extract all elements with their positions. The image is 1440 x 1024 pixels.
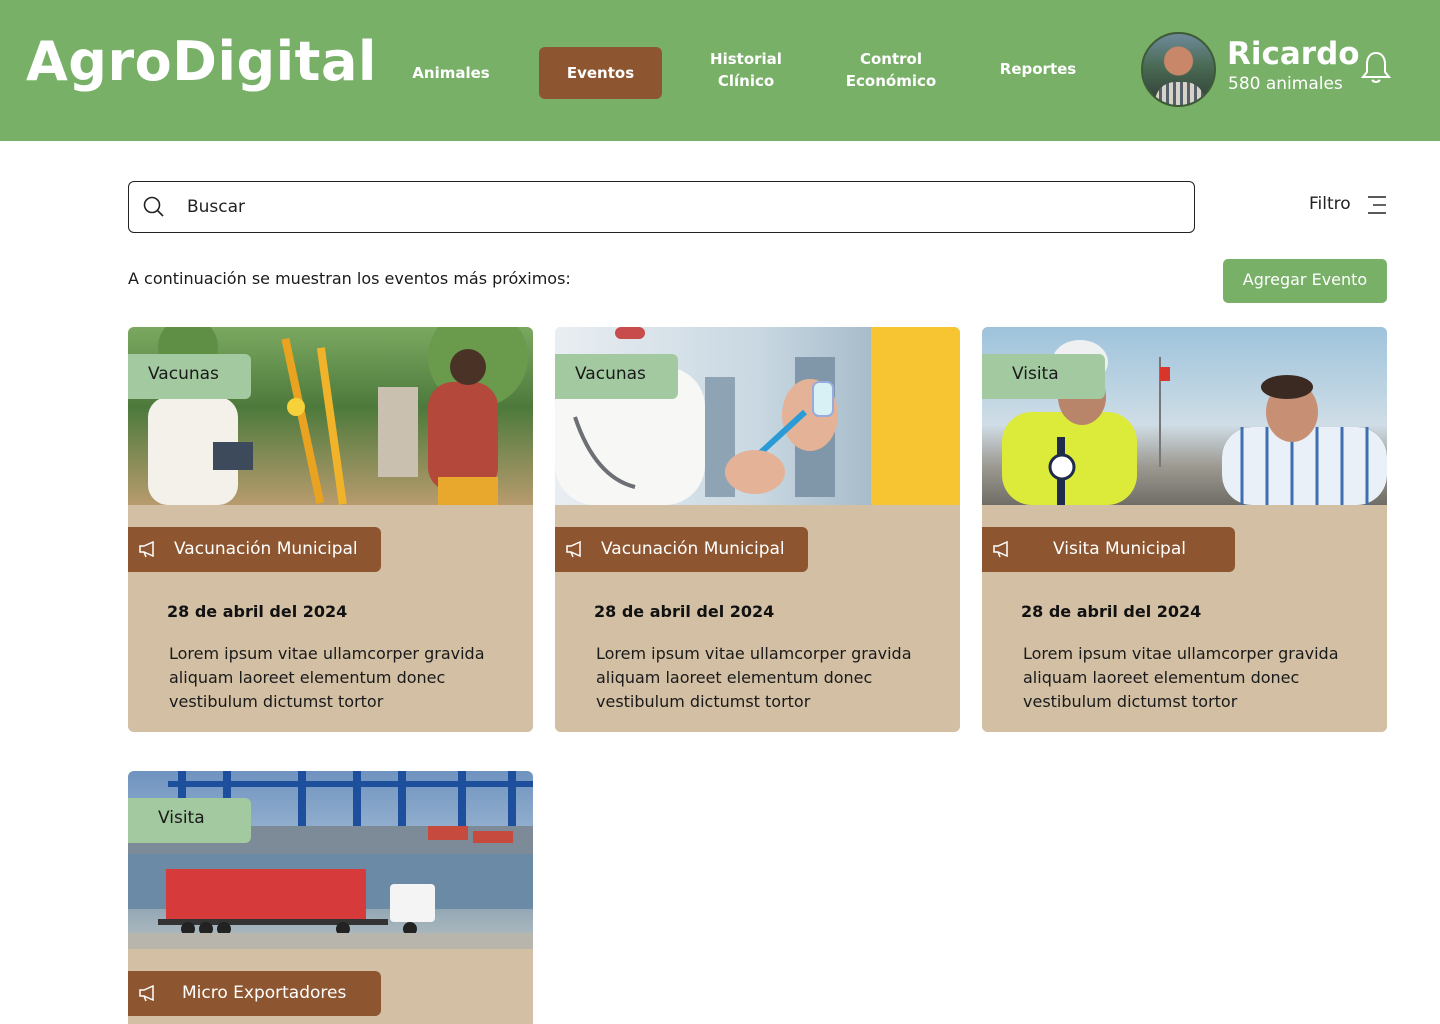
card-body: Micro Exportadores bbox=[128, 949, 533, 1024]
search-input[interactable] bbox=[187, 194, 1167, 220]
event-date: 28 de abril del 2024 bbox=[594, 602, 775, 621]
megaphone-icon bbox=[993, 540, 1008, 558]
event-date: 28 de abril del 2024 bbox=[1021, 602, 1202, 621]
user-animal-count: 580 animales bbox=[1228, 74, 1343, 94]
event-card[interactable]: Visita Micro Exportadores bbox=[128, 771, 533, 1024]
avatar-shirt bbox=[1155, 82, 1205, 105]
event-title: Vacunación Municipal bbox=[601, 539, 785, 559]
event-card[interactable]: Vacunas Vacunación Municipal 28 de abril… bbox=[128, 327, 533, 732]
event-title: Micro Exportadores bbox=[182, 983, 347, 1003]
card-body: Vacunación Municipal 28 de abril del 202… bbox=[128, 505, 533, 732]
app-logo[interactable]: AgroDigital bbox=[26, 30, 377, 93]
event-title-bar[interactable]: Vacunación Municipal bbox=[128, 527, 381, 572]
category-tag: Vacunas bbox=[555, 354, 678, 399]
megaphone-icon bbox=[139, 540, 154, 558]
event-image: Vacunas bbox=[555, 327, 960, 505]
top-header: AgroDigital Animales Eventos Historial C… bbox=[0, 0, 1440, 141]
intro-text: A continuación se muestran los eventos m… bbox=[128, 269, 571, 288]
event-description: Lorem ipsum vitae ullamcorper gravida al… bbox=[1023, 644, 1339, 711]
search-icon bbox=[143, 196, 164, 217]
event-image: Vacunas bbox=[128, 327, 533, 505]
nav-animales[interactable]: Animales bbox=[396, 62, 506, 84]
user-name[interactable]: Ricardo bbox=[1227, 36, 1360, 72]
event-title: Visita Municipal bbox=[1053, 539, 1186, 559]
event-card[interactable]: Vacunas Vacunación Municipal 28 de abril… bbox=[555, 327, 960, 732]
nav-control-economico[interactable]: Control Económico bbox=[835, 48, 947, 92]
tag-label: Visita bbox=[158, 808, 205, 828]
tag-label: Vacunas bbox=[575, 364, 646, 384]
event-image: Visita bbox=[128, 771, 533, 949]
category-tag: Visita bbox=[128, 798, 251, 843]
add-event-button[interactable]: Agregar Evento bbox=[1223, 259, 1387, 303]
nav-eventos[interactable]: Eventos bbox=[539, 47, 662, 99]
event-title-bar[interactable]: Micro Exportadores bbox=[128, 971, 381, 1016]
search-bar[interactable] bbox=[128, 181, 1195, 233]
event-title-bar[interactable]: Vacunación Municipal bbox=[555, 527, 808, 572]
event-date: 28 de abril del 2024 bbox=[167, 602, 348, 621]
megaphone-icon bbox=[566, 540, 581, 558]
card-body: Visita Municipal 28 de abril del 2024 Lo… bbox=[982, 505, 1387, 732]
nav-historial-clinico[interactable]: Historial Clínico bbox=[690, 48, 802, 92]
event-image: Visita bbox=[982, 327, 1387, 505]
tag-label: Visita bbox=[1012, 364, 1059, 384]
category-tag: Visita bbox=[982, 354, 1105, 399]
event-title-bar[interactable]: Visita Municipal bbox=[982, 527, 1235, 572]
bell-icon[interactable] bbox=[1360, 50, 1392, 86]
category-tag: Vacunas bbox=[128, 354, 251, 399]
filter-icon[interactable] bbox=[1365, 195, 1386, 215]
event-title: Vacunación Municipal bbox=[174, 539, 358, 559]
nav-reportes[interactable]: Reportes bbox=[982, 58, 1094, 80]
user-avatar[interactable] bbox=[1141, 32, 1216, 107]
card-body: Vacunación Municipal 28 de abril del 202… bbox=[555, 505, 960, 732]
event-card[interactable]: Visita Visita Municipal 28 de abril del … bbox=[982, 327, 1387, 732]
event-description: Lorem ipsum vitae ullamcorper gravida al… bbox=[596, 644, 912, 711]
megaphone-icon bbox=[139, 984, 154, 1002]
filter-button[interactable]: Filtro bbox=[1309, 194, 1351, 214]
event-description: Lorem ipsum vitae ullamcorper gravida al… bbox=[169, 644, 485, 711]
tag-label: Vacunas bbox=[148, 364, 219, 384]
